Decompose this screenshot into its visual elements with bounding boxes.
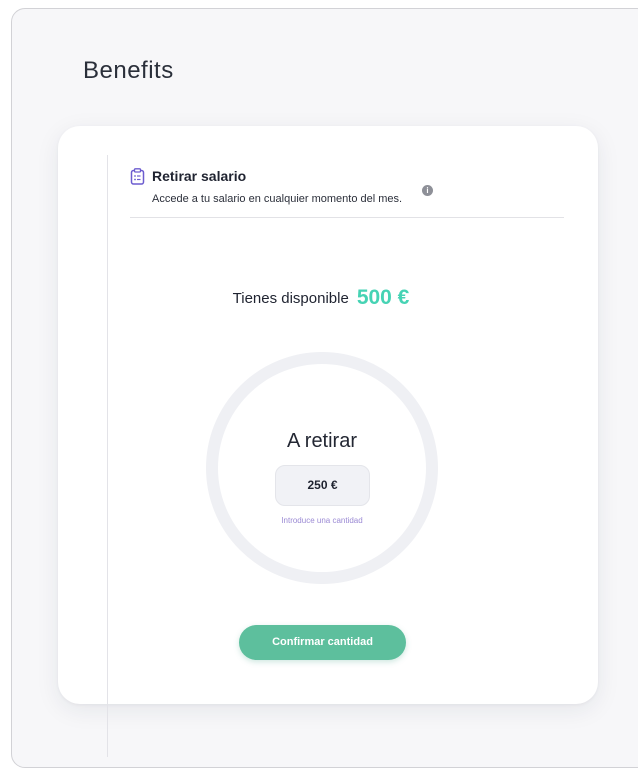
available-label: Tienes disponible [232, 289, 349, 307]
section-title: Retirar salario [152, 168, 247, 184]
available-balance: Tienes disponible 500 € [0, 286, 638, 310]
section-header: Retirar salario Accede a tu salario en c… [130, 167, 564, 218]
available-amount: 500 € [356, 286, 410, 309]
divider-line [107, 155, 108, 757]
section-subtitle: Accede a tu salario en cualquier momento… [152, 193, 403, 205]
withdraw-title: A retirar [286, 430, 358, 452]
clipboard-list-icon [130, 168, 145, 185]
withdraw-amount-input[interactable]: 250 € [275, 465, 370, 506]
withdraw-hint: Introduce una cantidad [281, 516, 363, 525]
info-icon[interactable]: i [422, 185, 433, 196]
confirm-amount-button[interactable]: Confirmar cantidad [239, 625, 406, 660]
page-title: Benefits [83, 57, 174, 84]
